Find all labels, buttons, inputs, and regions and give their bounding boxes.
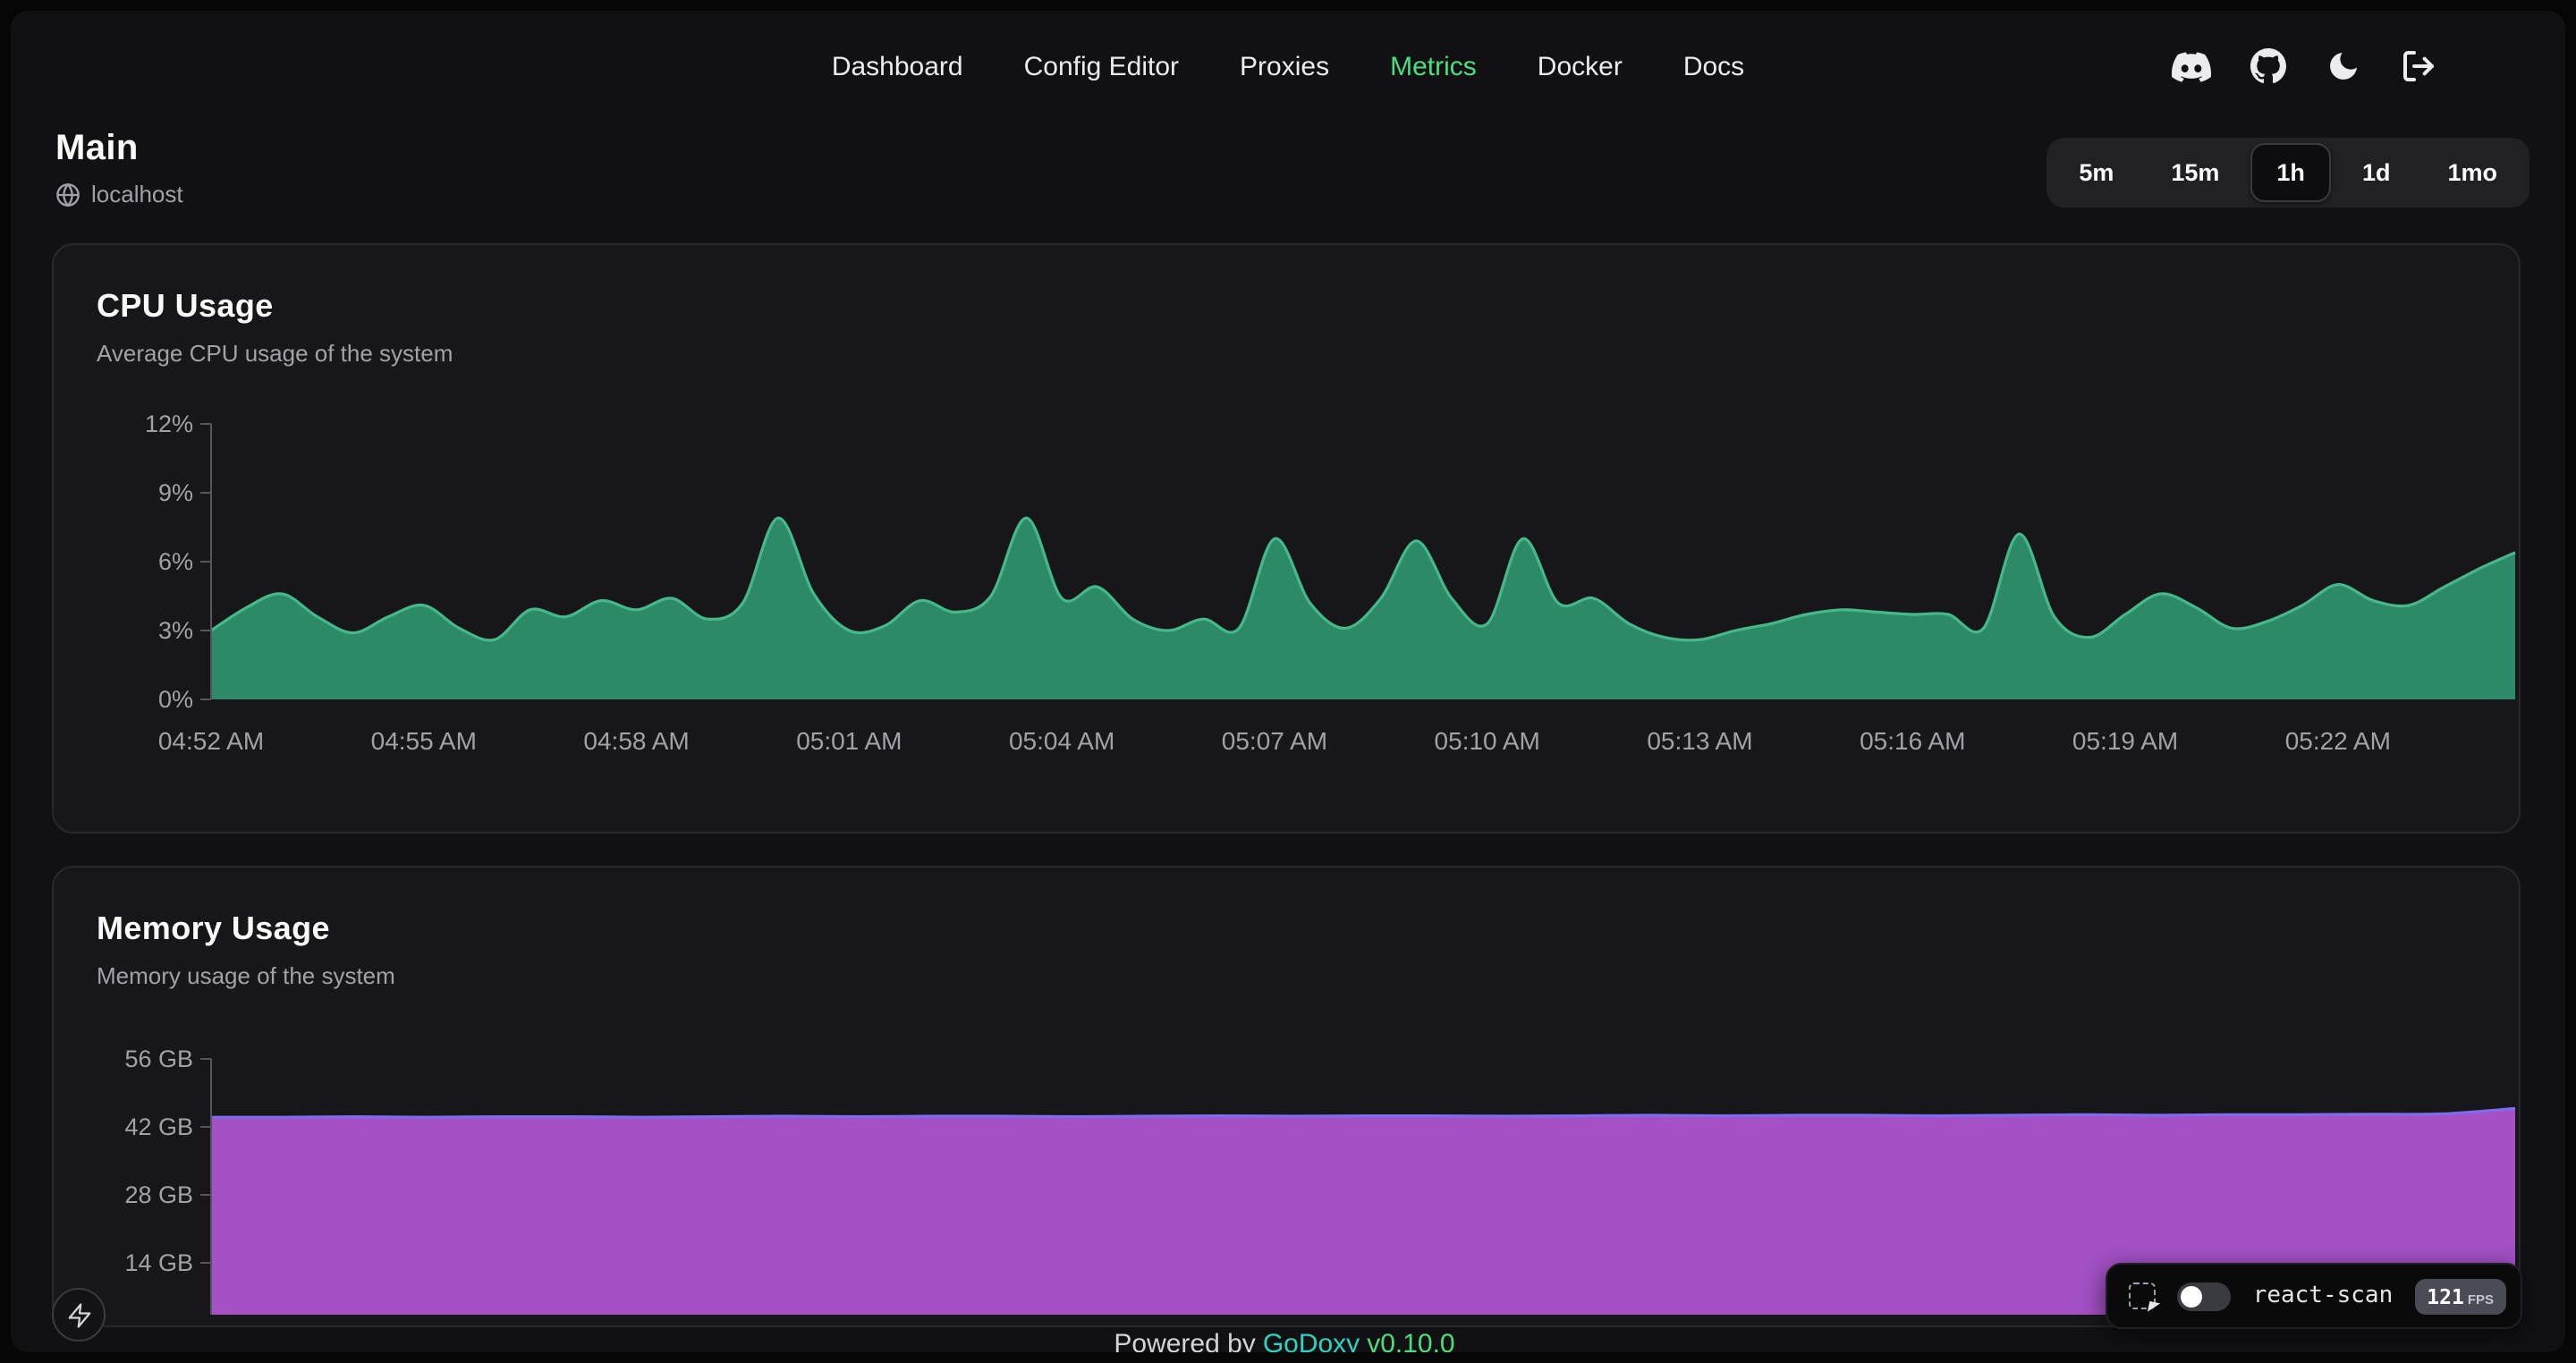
- discord-icon: [2172, 51, 2211, 81]
- version-text: v0.10.0: [1367, 1329, 1454, 1352]
- cpu-usage-card: CPU Usage Average CPU usage of the syste…: [52, 243, 2521, 834]
- svg-text:28 GB: 28 GB: [124, 1181, 193, 1208]
- svg-text:42 GB: 42 GB: [124, 1113, 193, 1140]
- footer: Powered by GoDoxy v0.10.0: [11, 1329, 2565, 1352]
- inspect-icon[interactable]: [2130, 1283, 2157, 1309]
- logout-icon: [2401, 48, 2436, 84]
- powered-by-text: Powered by: [1114, 1329, 1255, 1352]
- svg-text:56 GB: 56 GB: [124, 1046, 193, 1072]
- svg-text:0%: 0%: [158, 686, 193, 713]
- react-scan-label: react-scan: [2253, 1283, 2394, 1309]
- globe-icon: [55, 182, 80, 207]
- godoxy-link[interactable]: GoDoxy: [1263, 1329, 1360, 1352]
- fps-value: 121: [2427, 1283, 2464, 1308]
- time-range-1h[interactable]: 1h: [2250, 143, 2332, 202]
- time-range-5m[interactable]: 5m: [2052, 143, 2140, 202]
- nav-docker[interactable]: Docker: [1538, 51, 1623, 81]
- time-range-15m[interactable]: 15m: [2144, 143, 2246, 202]
- viewport: Dashboard Config Editor Proxies Metrics …: [0, 0, 2576, 1363]
- time-range-selector: 5m 15m 1h 1d 1mo: [2046, 138, 2529, 207]
- svg-text:3%: 3%: [158, 617, 193, 644]
- lightning-icon: [65, 1301, 92, 1328]
- moon-icon: [2326, 48, 2361, 84]
- cpu-card-subtitle: Average CPU usage of the system: [97, 340, 2476, 367]
- github-icon: [2250, 48, 2286, 84]
- theme-toggle-button[interactable]: [2326, 48, 2361, 84]
- svg-text:05:13 AM: 05:13 AM: [1647, 727, 1752, 755]
- memory-card-title: Memory Usage: [97, 910, 2476, 948]
- svg-text:05:16 AM: 05:16 AM: [1860, 727, 1965, 755]
- app-root: Dashboard Config Editor Proxies Metrics …: [11, 11, 2565, 1352]
- nav-proxies[interactable]: Proxies: [1240, 51, 1329, 81]
- github-button[interactable]: [2250, 48, 2286, 84]
- svg-text:6%: 6%: [158, 548, 193, 575]
- nav-dashboard[interactable]: Dashboard: [832, 51, 963, 81]
- cpu-usage-chart[interactable]: 0% 3% 6% 9% 12% 04:52 AM 04:55 AM 04:58 AM 05:01…: [97, 406, 2519, 771]
- cpu-card-title: CPU Usage: [97, 288, 2476, 326]
- nav-metrics[interactable]: Metrics: [1390, 51, 1477, 81]
- fps-badge: 121 FPS: [2414, 1278, 2506, 1314]
- toggle-knob: [2182, 1285, 2203, 1307]
- fps-unit: FPS: [2468, 1291, 2494, 1307]
- time-range-1mo[interactable]: 1mo: [2420, 143, 2524, 202]
- time-range-1d[interactable]: 1d: [2335, 143, 2418, 202]
- svg-text:04:52 AM: 04:52 AM: [158, 727, 264, 755]
- svg-text:9%: 9%: [158, 479, 193, 506]
- discord-button[interactable]: [2172, 51, 2211, 81]
- svg-text:04:58 AM: 04:58 AM: [583, 727, 689, 755]
- lightning-button[interactable]: [52, 1288, 106, 1342]
- memory-usage-card: Memory Usage Memory usage of the system …: [52, 866, 2521, 1327]
- svg-text:05:07 AM: 05:07 AM: [1222, 727, 1327, 755]
- memory-card-subtitle: Memory usage of the system: [97, 962, 2476, 989]
- nav-config-editor[interactable]: Config Editor: [1024, 51, 1179, 81]
- nav-docs[interactable]: Docs: [1683, 51, 1744, 81]
- svg-text:12%: 12%: [145, 411, 193, 437]
- logout-button[interactable]: [2401, 48, 2436, 84]
- svg-text:05:19 AM: 05:19 AM: [2072, 727, 2178, 755]
- svg-text:05:10 AM: 05:10 AM: [1435, 727, 1540, 755]
- svg-text:05:04 AM: 05:04 AM: [1009, 727, 1114, 755]
- svg-text:05:01 AM: 05:01 AM: [796, 727, 902, 755]
- host-label: localhost: [91, 181, 183, 207]
- top-nav: Dashboard Config Editor Proxies Metrics …: [11, 11, 2565, 122]
- page-head: Main localhost 5m 15m 1h 1d 1mo: [55, 129, 2529, 236]
- svg-text:04:55 AM: 04:55 AM: [371, 727, 477, 755]
- svg-text:05:22 AM: 05:22 AM: [2285, 727, 2391, 755]
- svg-text:14 GB: 14 GB: [124, 1249, 193, 1276]
- react-scan-toggle[interactable]: [2178, 1282, 2232, 1310]
- nav-icon-group: [2172, 11, 2436, 122]
- react-scan-widget[interactable]: react-scan 121 FPS: [2106, 1263, 2522, 1329]
